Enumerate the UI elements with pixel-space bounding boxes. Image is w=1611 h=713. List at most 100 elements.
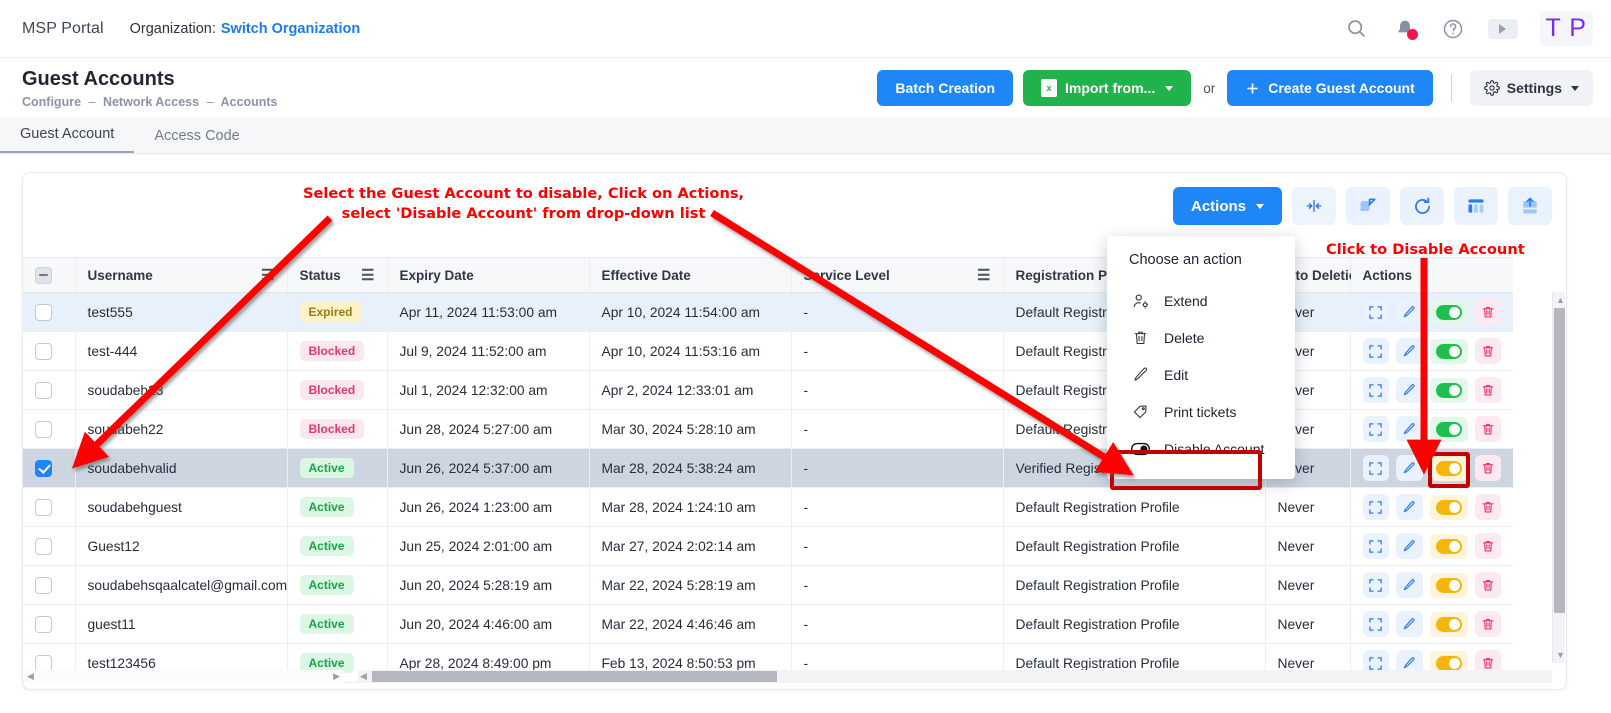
pencil-edit-icon[interactable] <box>1396 299 1423 325</box>
question-circle-icon[interactable] <box>1440 16 1466 42</box>
column-menu-icon[interactable]: ☰ <box>977 268 990 283</box>
tab-access-code[interactable]: Access Code <box>134 128 259 153</box>
collapse-columns-icon[interactable] <box>1292 187 1336 225</box>
expand-icon[interactable] <box>1363 494 1390 520</box>
status-toggle[interactable] <box>1430 534 1468 559</box>
scroll-left-arrow[interactable]: ◀ <box>360 671 367 682</box>
pencil-edit-icon[interactable] <box>1396 416 1423 442</box>
play-icon[interactable] <box>1488 19 1518 39</box>
horizontal-scrollbar[interactable]: ◀ <box>358 670 1552 683</box>
status-toggle[interactable] <box>1430 378 1468 403</box>
gear-icon <box>1484 80 1500 96</box>
settings-button[interactable]: Settings <box>1470 70 1593 106</box>
status-toggle[interactable] <box>1430 417 1468 442</box>
create-guest-account-button[interactable]: Create Guest Account <box>1227 70 1433 106</box>
row-checkbox[interactable] <box>35 577 52 594</box>
pencil-edit-icon[interactable] <box>1396 455 1423 481</box>
row-checkbox[interactable] <box>35 655 52 672</box>
batch-creation-button[interactable]: Batch Creation <box>877 70 1013 106</box>
row-checkbox[interactable] <box>35 421 52 438</box>
vertical-scrollbar[interactable]: ▲ ▼ <box>1552 292 1565 663</box>
pencil-edit-icon[interactable] <box>1396 494 1423 520</box>
horizontal-scrollbar-left-pane[interactable]: ◀ ▶ <box>24 670 344 683</box>
delete-trash-icon[interactable] <box>1475 338 1502 364</box>
cell-username: soudabehsqaalcatel@gmail.com <box>75 566 287 605</box>
expand-icon[interactable] <box>1363 611 1390 637</box>
column-header-expiry-date[interactable]: Expiry Date <box>387 258 589 293</box>
scroll-left-arrow[interactable]: ◀ <box>27 671 34 682</box>
avatar[interactable]: T P <box>1540 11 1593 46</box>
expand-icon[interactable] <box>1363 533 1390 559</box>
row-checkbox[interactable] <box>35 304 52 321</box>
column-menu-icon[interactable]: ☰ <box>261 268 274 283</box>
status-toggle[interactable] <box>1430 612 1468 637</box>
breadcrumb-item-network-access[interactable]: Network Access <box>103 95 199 109</box>
refresh-icon[interactable] <box>1400 187 1444 225</box>
pencil-edit-icon[interactable] <box>1396 533 1423 559</box>
cell-actions <box>1350 293 1513 332</box>
expand-icon[interactable] <box>1363 572 1390 598</box>
column-header-status[interactable]: Status ☰ <box>287 258 387 293</box>
column-menu-icon[interactable]: ☰ <box>361 268 374 283</box>
status-toggle[interactable] <box>1430 339 1468 364</box>
expand-icon[interactable] <box>1363 338 1390 364</box>
delete-trash-icon[interactable] <box>1475 611 1502 637</box>
delete-trash-icon[interactable] <box>1475 416 1502 442</box>
dropdown-item-print-tickets[interactable]: Print tickets <box>1107 393 1295 430</box>
status-toggle[interactable] <box>1430 573 1468 598</box>
row-checkbox[interactable] <box>35 460 52 477</box>
status-toggle[interactable] <box>1430 495 1468 520</box>
row-checkbox[interactable] <box>35 499 52 516</box>
expand-icon[interactable] <box>1363 416 1390 442</box>
column-header-service-level[interactable]: Service Level ☰ <box>791 258 1003 293</box>
tab-guest-account[interactable]: Guest Account <box>0 126 134 153</box>
column-settings-icon[interactable] <box>1454 187 1498 225</box>
table-scroll-region: Username ☰ Status ☰ Expiry Date <box>23 257 1566 689</box>
row-checkbox[interactable] <box>35 382 52 399</box>
pencil-edit-icon[interactable] <box>1396 338 1423 364</box>
breadcrumb-item-configure[interactable]: Configure <box>22 95 81 109</box>
export-upload-icon[interactable] <box>1508 187 1552 225</box>
delete-trash-icon[interactable] <box>1475 299 1502 325</box>
delete-trash-icon[interactable] <box>1475 572 1502 598</box>
expand-fullscreen-icon[interactable] <box>1346 187 1390 225</box>
vertical-scroll-thumb[interactable] <box>1554 308 1565 613</box>
column-header-effective-date[interactable]: Effective Date <box>589 258 791 293</box>
delete-trash-icon[interactable] <box>1475 533 1502 559</box>
actions-dropdown-button[interactable]: Actions <box>1173 187 1282 225</box>
scroll-down-arrow[interactable]: ▼ <box>1556 650 1565 660</box>
dropdown-item-edit[interactable]: Edit <box>1107 356 1295 393</box>
dropdown-item-extend[interactable]: Extend <box>1107 282 1295 319</box>
row-checkbox[interactable] <box>35 538 52 555</box>
pencil-edit-icon[interactable] <box>1396 572 1423 598</box>
table-row[interactable]: guest11 ActiveJun 20, 2024 4:46:00 amMar… <box>23 605 1513 644</box>
table-row[interactable]: soudabehguest ActiveJun 26, 2024 1:23:00… <box>23 488 1513 527</box>
bell-icon[interactable] <box>1392 16 1418 42</box>
expand-icon[interactable] <box>1363 299 1390 325</box>
row-checkbox[interactable] <box>35 343 52 360</box>
breadcrumb-item-accounts[interactable]: Accounts <box>221 95 278 109</box>
select-all-checkbox[interactable] <box>35 267 52 284</box>
pencil-edit-icon[interactable] <box>1396 611 1423 637</box>
delete-trash-icon[interactable] <box>1475 494 1502 520</box>
import-from-button[interactable]: x Import from... <box>1023 70 1191 106</box>
app-brand: MSP Portal <box>22 20 104 38</box>
search-icon[interactable] <box>1344 16 1370 42</box>
expand-icon[interactable] <box>1363 377 1390 403</box>
expand-icon[interactable] <box>1363 455 1390 481</box>
table-row[interactable]: Guest12 ActiveJun 25, 2024 2:01:00 amMar… <box>23 527 1513 566</box>
delete-trash-icon[interactable] <box>1475 377 1502 403</box>
horizontal-scroll-thumb[interactable] <box>372 671 777 682</box>
dropdown-item-delete[interactable]: Delete <box>1107 319 1295 356</box>
delete-trash-icon[interactable] <box>1475 455 1502 481</box>
top-bar-right-tools: T P <box>1344 11 1593 46</box>
pencil-edit-icon[interactable] <box>1396 377 1423 403</box>
switch-organization-link[interactable]: Switch Organization <box>221 21 360 37</box>
column-header-username[interactable]: Username ☰ <box>75 258 287 293</box>
row-checkbox[interactable] <box>35 616 52 633</box>
table-row[interactable]: soudabehsqaalcatel@gmail.com ActiveJun 2… <box>23 566 1513 605</box>
status-toggle[interactable] <box>1430 300 1468 325</box>
cell-expiry-date: Jun 26, 2024 1:23:00 am <box>387 488 589 527</box>
scroll-right-arrow[interactable]: ▶ <box>333 671 340 682</box>
scroll-up-arrow[interactable]: ▲ <box>1556 295 1565 305</box>
